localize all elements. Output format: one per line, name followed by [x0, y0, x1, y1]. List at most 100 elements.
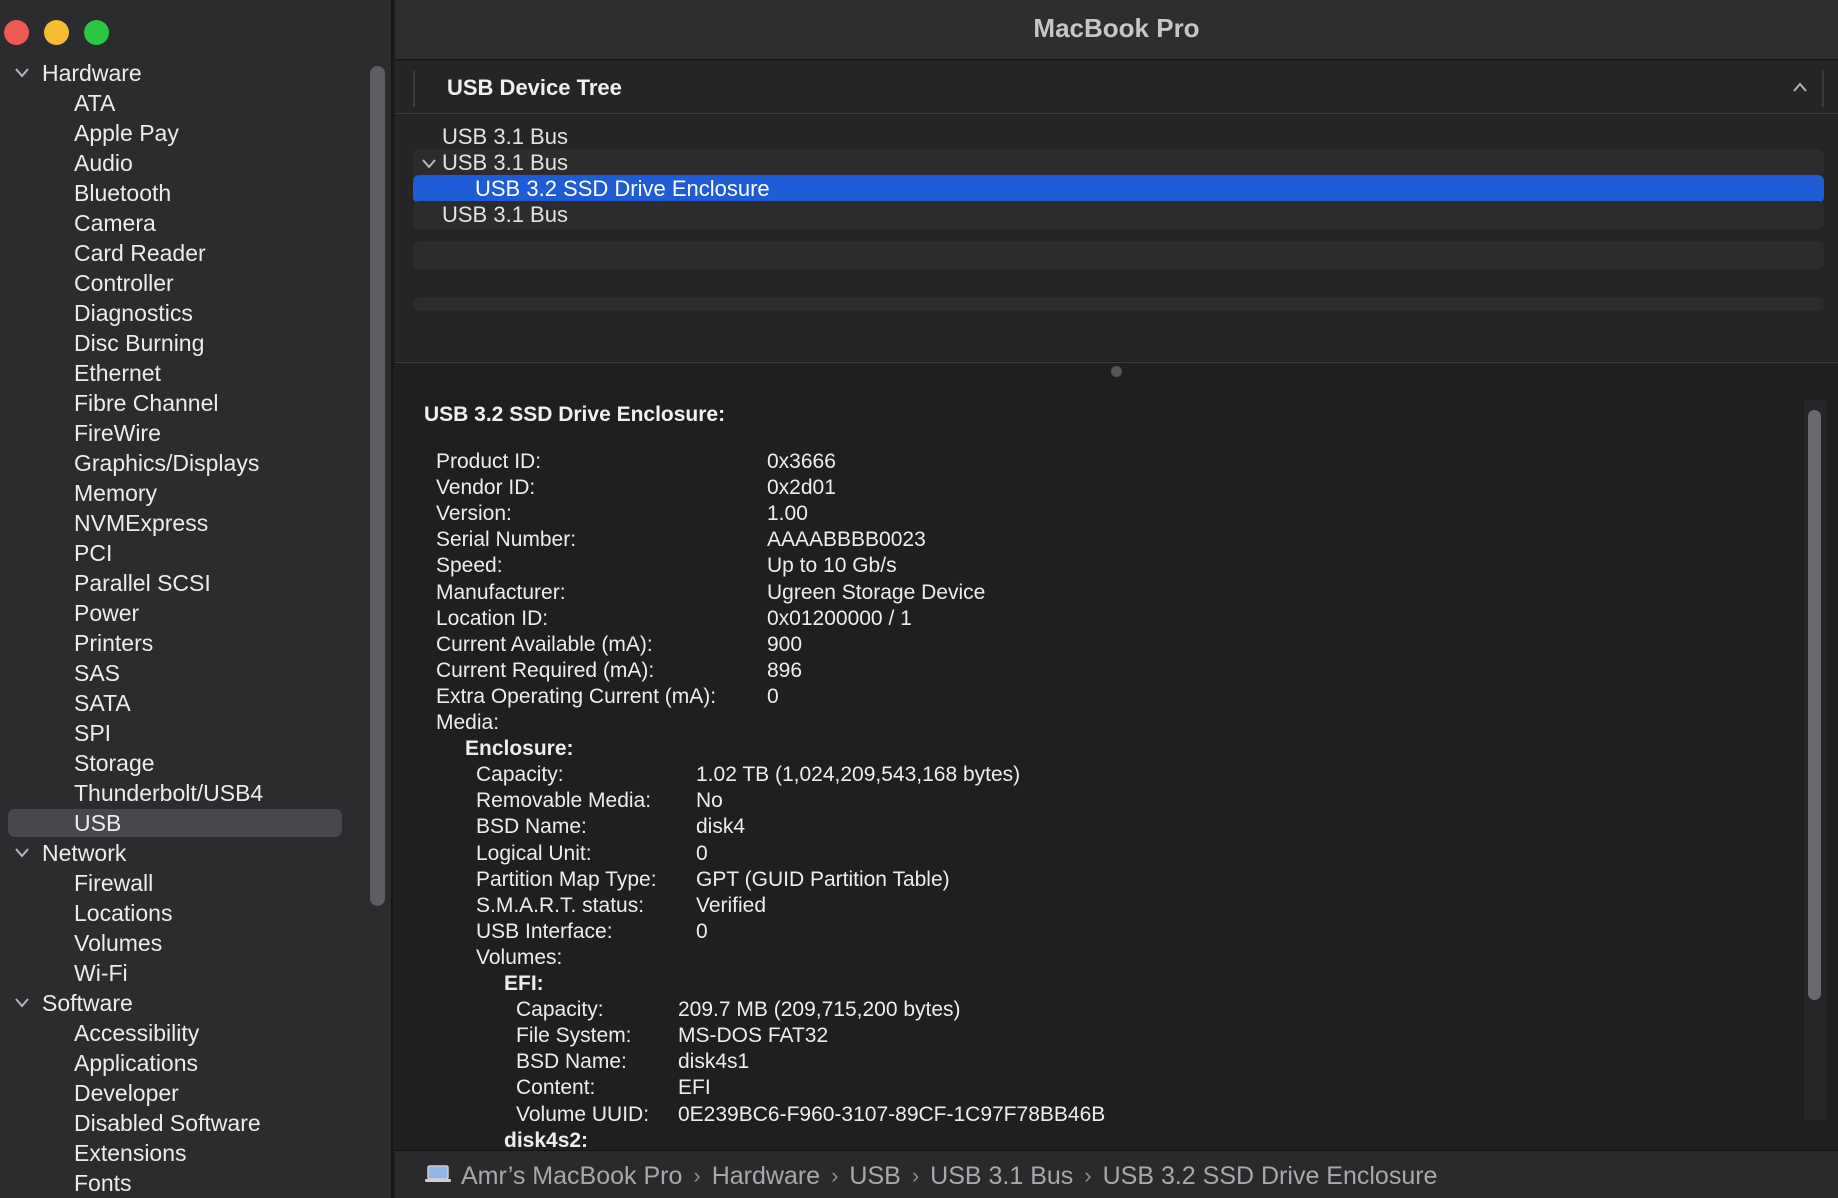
close-window-button[interactable]	[4, 20, 29, 45]
sidebar-item-storage[interactable]: Storage	[0, 748, 360, 778]
property-version-value: 1.00	[767, 502, 808, 526]
sidebar-section-network[interactable]: Network	[0, 838, 360, 868]
sidebar-item-fonts[interactable]: Fonts	[0, 1168, 360, 1198]
sidebar-item-fibre-channel[interactable]: Fibre Channel	[0, 388, 360, 418]
sidebar-item-label: Disabled Software	[74, 1110, 261, 1136]
sidebar-item-label: Ethernet	[74, 360, 161, 386]
split-handle[interactable]	[1111, 366, 1122, 377]
sidebar-section-label: Network	[42, 840, 127, 866]
sidebar-item-ata[interactable]: ATA	[0, 88, 360, 118]
tree-row-usb-bus-1[interactable]: USB 3.1 Bus	[413, 123, 1824, 151]
sidebar-item-audio[interactable]: Audio	[0, 148, 360, 178]
enclosure-capacity-key: Capacity:	[476, 763, 564, 787]
sidebar-section-hardware[interactable]: Hardware	[0, 58, 360, 88]
sidebar-item-label: FireWire	[74, 420, 161, 446]
minimize-window-button[interactable]	[44, 20, 69, 45]
property-current-required-ma-key: Current Required (mA):	[436, 658, 655, 682]
sidebar-item-pci[interactable]: PCI	[0, 538, 360, 568]
sidebar-item-locations[interactable]: Locations	[0, 898, 360, 928]
enclosure-logical-unit-key: Logical Unit:	[476, 841, 592, 865]
sidebar-item-label: Audio	[74, 150, 133, 176]
breadcrumb-item-usb-3-1-bus[interactable]: USB 3.1 Bus	[930, 1162, 1073, 1191]
efi-bsd-name-key: BSD Name:	[516, 1050, 627, 1074]
sidebar-item-usb[interactable]: USB	[0, 808, 360, 838]
sidebar-item-label: SPI	[74, 720, 112, 746]
property-location-id-key: Location ID:	[436, 606, 549, 630]
sidebar-item-label: Firewall	[74, 870, 154, 896]
property-product-id-value: 0x3666	[767, 450, 836, 473]
sidebar-item-apple-pay[interactable]: Apple Pay	[0, 118, 360, 148]
tree-row-ssd-enclosure[interactable]: USB 3.2 SSD Drive Enclosure	[413, 175, 1824, 203]
efi-file-system-key: File System:	[516, 1024, 632, 1048]
sidebar-item-firewall[interactable]: Firewall	[0, 868, 360, 898]
volume-disk4s2-label: disk4s2:	[504, 1128, 589, 1150]
enclosure-usb-interface-value: 0	[696, 919, 708, 943]
sidebar-item-label: Diagnostics	[74, 300, 193, 326]
sidebar-item-label: Wi-Fi	[74, 960, 128, 986]
sidebar-item-ethernet[interactable]: Ethernet	[0, 358, 360, 388]
chevron-down-icon[interactable]	[14, 67, 30, 78]
enclosure-capacity-value: 1.02 TB (1,024,209,543,168 bytes)	[696, 763, 1021, 787]
property-current-available-ma-value: 900	[767, 632, 803, 656]
sidebar-item-sata[interactable]: SATA	[0, 688, 360, 718]
sidebar-item-bluetooth[interactable]: Bluetooth	[0, 178, 360, 208]
sidebar-item-memory[interactable]: Memory	[0, 478, 360, 508]
enclosure-partition-map-type-value: GPT (GUID Partition Table)	[696, 867, 950, 891]
sidebar-item-applications[interactable]: Applications	[0, 1048, 360, 1078]
breadcrumb-item-usb[interactable]: USB	[849, 1162, 900, 1191]
tree-row-usb-bus-2[interactable]: USB 3.1 Bus	[413, 149, 1824, 177]
sidebar-item-volumes[interactable]: Volumes	[0, 928, 360, 958]
breadcrumb: Amr’s MacBook Pro › Hardware › USB › USB 3.1 B…	[425, 1161, 1438, 1191]
enclosure-usb-interface-key: USB Interface:	[476, 919, 613, 943]
sidebar-item-controller[interactable]: Controller	[0, 268, 360, 298]
sidebar-item-label: Extensions	[74, 1140, 187, 1166]
property-product-id-key: Product ID:	[436, 450, 542, 473]
tree-header-title: USB Device Tree	[447, 75, 622, 100]
detail-scrollbar[interactable]	[1808, 410, 1821, 1000]
sidebar-item-graphics-displays[interactable]: Graphics/Displays	[0, 448, 360, 478]
sidebar-item-extensions[interactable]: Extensions	[0, 1138, 360, 1168]
sidebar-item-nvmexpress[interactable]: NVMExpress	[0, 508, 360, 538]
sidebar-item-parallel-scsi[interactable]: Parallel SCSI	[0, 568, 360, 598]
sidebar-item-firewire[interactable]: FireWire	[0, 418, 360, 448]
sidebar-item-developer[interactable]: Developer	[0, 1078, 360, 1108]
sidebar-item-label: USB	[74, 810, 122, 836]
property-manufacturer-value: Ugreen Storage Device	[767, 580, 986, 604]
sidebar-item-camera[interactable]: Camera	[0, 208, 360, 238]
sidebar-item-label: Graphics/Displays	[74, 450, 260, 476]
chevron-down-icon[interactable]	[14, 997, 30, 1008]
sidebar-item-thunderbolt-usb4[interactable]: Thunderbolt/USB4	[0, 778, 360, 808]
chevron-up-icon[interactable]	[1792, 81, 1808, 93]
chevron-down-icon[interactable]	[14, 847, 30, 858]
tree-row-usb-bus-3[interactable]: USB 3.1 Bus	[413, 201, 1824, 229]
sidebar-item-diagnostics[interactable]: Diagnostics	[0, 298, 360, 328]
sidebar-item-card-reader[interactable]: Card Reader	[0, 238, 360, 268]
property-serial-number-value: AAAABBBB0023	[767, 528, 926, 552]
sidebar-section-software[interactable]: Software	[0, 988, 360, 1018]
zoom-window-button[interactable]	[84, 20, 109, 45]
breadcrumb-separator: ›	[1084, 1163, 1092, 1189]
sidebar-item-wi-fi[interactable]: Wi-Fi	[0, 958, 360, 988]
breadcrumb-item-usb-3-2-ssd-drive-enclosure[interactable]: USB 3.2 SSD Drive Enclosure	[1103, 1162, 1438, 1191]
sidebar-item-label: Developer	[74, 1080, 179, 1106]
split-divider[interactable]	[395, 362, 1838, 363]
sidebar-item-power[interactable]: Power	[0, 598, 360, 628]
sidebar-item-label: Fonts	[74, 1170, 132, 1196]
sidebar-item-sas[interactable]: SAS	[0, 658, 360, 688]
breadcrumb-item-hardware[interactable]: Hardware	[712, 1162, 820, 1191]
breadcrumb-separator: ›	[693, 1163, 701, 1189]
sidebar-item-disabled-software[interactable]: Disabled Software	[0, 1108, 360, 1138]
sidebar-item-spi[interactable]: SPI	[0, 718, 360, 748]
sidebar-item-label: Storage	[74, 750, 155, 776]
sidebar-item-printers[interactable]: Printers	[0, 628, 360, 658]
sidebar-scrollbar[interactable]	[370, 66, 385, 906]
tree-row-label: USB 3.1 Bus	[442, 202, 568, 227]
chevron-down-icon[interactable]	[421, 158, 437, 169]
detail-pane: USB 3.2 SSD Drive Enclosure: Product ID:…	[395, 380, 1838, 1150]
detail-title: USB 3.2 SSD Drive Enclosure:	[424, 403, 726, 426]
tree-header[interactable]: USB Device Tree	[413, 71, 1824, 107]
sidebar-item-disc-burning[interactable]: Disc Burning	[0, 328, 360, 358]
path-icon	[425, 1162, 461, 1191]
sidebar-item-accessibility[interactable]: Accessibility	[0, 1018, 360, 1048]
breadcrumb-item-amr-s-macbook-pro[interactable]: Amr’s MacBook Pro	[461, 1162, 682, 1191]
